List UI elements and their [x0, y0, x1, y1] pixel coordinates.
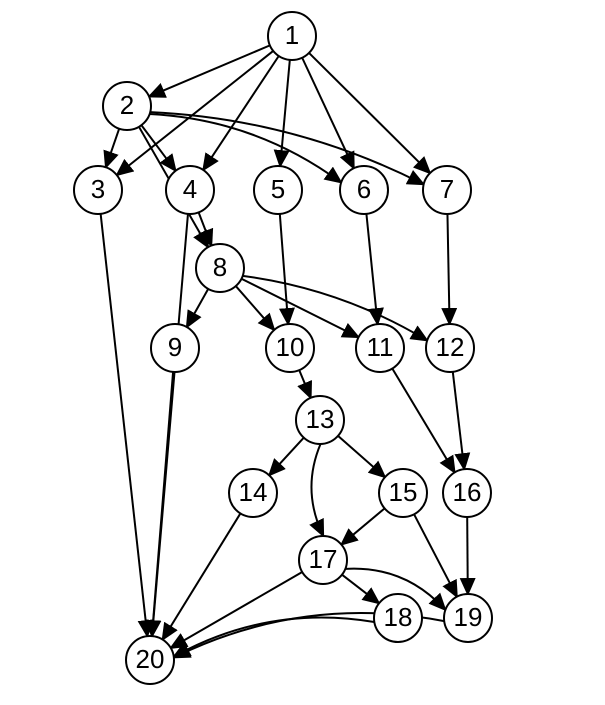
node-label-2: 2: [120, 90, 134, 120]
node-1: 1: [268, 12, 316, 60]
edge-15-17: [343, 508, 385, 543]
edge-13-14: [271, 438, 304, 474]
node-4: 4: [166, 166, 214, 214]
node-label-11: 11: [367, 332, 394, 362]
node-label-1: 1: [285, 20, 299, 50]
edge-5-10: [280, 214, 288, 322]
node-label-5: 5: [271, 174, 285, 204]
node-label-17: 17: [309, 544, 338, 574]
edge-3-20: [101, 214, 148, 634]
node-16: 16: [443, 469, 491, 517]
node-label-9: 9: [168, 332, 182, 362]
edge-2-4: [141, 125, 174, 169]
edge-1-2: [151, 45, 270, 95]
node-2: 2: [103, 82, 151, 130]
node-label-14: 14: [239, 477, 268, 507]
node-label-15: 15: [389, 477, 418, 507]
edge-11-16: [392, 369, 453, 471]
node-label-16: 16: [453, 477, 482, 507]
node-13: 13: [296, 396, 344, 444]
edge-16-19: [467, 517, 468, 592]
edge-9-20: [152, 372, 173, 634]
node-5: 5: [254, 166, 302, 214]
node-17: 17: [299, 536, 347, 584]
node-label-19: 19: [454, 602, 483, 632]
edge-2-3: [106, 129, 119, 166]
node-8: 8: [196, 244, 244, 292]
node-label-20: 20: [136, 644, 165, 674]
node-label-12: 12: [436, 332, 465, 362]
node-14: 14: [229, 469, 277, 517]
node-label-7: 7: [440, 174, 454, 204]
node-label-3: 3: [91, 174, 105, 204]
node-label-8: 8: [213, 252, 227, 282]
edge-14-20: [164, 513, 241, 637]
edge-17-20: [173, 572, 303, 647]
node-3: 3: [74, 166, 122, 214]
edge-12-16: [453, 372, 464, 467]
edge-10-13: [299, 370, 310, 396]
edge-15-19: [414, 514, 456, 595]
node-15: 15: [379, 469, 427, 517]
node-7: 7: [423, 166, 471, 214]
edge-1-4: [204, 56, 278, 168]
node-10: 10: [266, 324, 314, 372]
edge-6-11: [366, 214, 377, 322]
node-label-6: 6: [357, 174, 371, 204]
node-label-18: 18: [384, 602, 413, 632]
node-9: 9: [151, 324, 199, 372]
edge-7-12: [447, 214, 449, 322]
edge-8-9: [188, 289, 208, 325]
edge-4-8: [199, 212, 211, 243]
node-label-10: 10: [276, 332, 305, 362]
edge-17-18: [342, 575, 377, 602]
edge-18-20: [176, 617, 375, 655]
node-19: 19: [444, 594, 492, 642]
edge-13-17: [311, 444, 322, 534]
node-12: 12: [426, 324, 474, 372]
node-label-4: 4: [183, 174, 197, 204]
node-label-13: 13: [306, 404, 335, 434]
edge-8-12: [243, 276, 426, 340]
node-18: 18: [374, 594, 422, 642]
node-20: 20: [126, 636, 174, 684]
edge-13-15: [338, 436, 383, 476]
node-6: 6: [340, 166, 388, 214]
directed-graph: 1234567891011121314151617181920: [0, 0, 605, 705]
node-11: 11: [356, 324, 404, 372]
